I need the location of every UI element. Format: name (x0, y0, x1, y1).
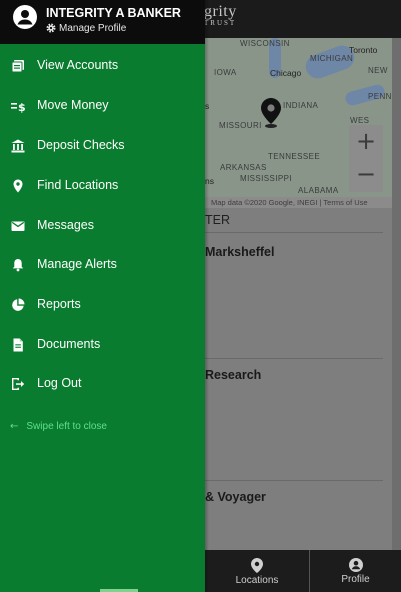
map-label: Chicago (270, 68, 302, 78)
menu-item-reports[interactable]: Reports (0, 285, 205, 325)
menu-item-view-accounts[interactable]: View Accounts (0, 46, 205, 86)
zoom-in-button[interactable]: + (349, 125, 383, 159)
gear-icon (46, 23, 56, 33)
menu-label: View Accounts (37, 58, 119, 72)
map-label: PENN (368, 92, 392, 101)
drawer-header[interactable]: INTEGRITY A BANKER Manage Profile (0, 0, 205, 44)
menu-label: Manage Alerts (37, 257, 117, 271)
profile-icon (348, 558, 363, 572)
svg-text:$: $ (18, 101, 25, 113)
map-label: WISCONSIN (240, 39, 290, 48)
accounts-icon (11, 60, 24, 73)
menu-item-log-out[interactable]: Log Out (0, 364, 205, 404)
menu-label: Messages (37, 218, 94, 232)
transfer-money-icon: $ (11, 101, 25, 113)
map-pin-icon[interactable] (261, 98, 281, 128)
swipe-hint[interactable]: ← Swipe left to close (10, 421, 107, 432)
map-label: MICHIGAN (310, 54, 354, 63)
document-icon (13, 338, 23, 352)
list-item[interactable]: Marksheffel (205, 245, 274, 259)
location-pin-icon (251, 558, 263, 573)
map-label: Toronto (349, 45, 378, 55)
menu-item-messages[interactable]: Messages (0, 206, 205, 246)
menu-label: Log Out (37, 376, 82, 390)
menu-item-manage-alerts[interactable]: Manage Alerts (0, 245, 205, 285)
map-label: NEW (368, 66, 388, 75)
map-label: ALABAMA (298, 186, 339, 195)
tab-profile[interactable]: Profile (310, 550, 401, 592)
tab-label: Locations (235, 575, 279, 586)
tab-label: Profile (341, 574, 370, 585)
menu-label: Find Locations (37, 178, 119, 192)
divider (205, 480, 383, 481)
tab-locations[interactable]: Locations (205, 550, 309, 592)
menu-item-move-money[interactable]: $ Move Money (0, 86, 205, 126)
map-label: INDIANA (283, 101, 319, 110)
menu-label: Deposit Checks (37, 138, 125, 152)
list-item[interactable]: & Voyager (205, 490, 266, 504)
scroll-gutter (392, 38, 401, 550)
map-label: WES (350, 116, 370, 125)
user-name: INTEGRITY A BANKER (46, 6, 181, 20)
map-label: IOWA (214, 68, 237, 77)
bell-icon (12, 259, 24, 272)
bank-icon (11, 139, 25, 153)
menu-item-find-locations[interactable]: Find Locations (0, 166, 205, 206)
menu-item-deposit-checks[interactable]: Deposit Checks (0, 126, 205, 166)
avatar-icon (13, 5, 37, 29)
zoom-out-button[interactable]: − (349, 158, 383, 192)
menu-label: Documents (37, 337, 101, 351)
pie-chart-icon (12, 298, 25, 311)
logout-icon (12, 378, 25, 390)
divider (205, 358, 383, 359)
map-label: ARKANSAS (220, 163, 267, 172)
manage-profile-link[interactable]: Manage Profile (46, 23, 126, 34)
menu-label: Move Money (37, 98, 109, 112)
divider (205, 232, 383, 233)
arrow-left-icon: ← (10, 421, 19, 432)
terms-link[interactable]: Terms of Use (323, 198, 367, 207)
map-label: TENNESSEE (268, 152, 321, 161)
map-label: MISSISSIPPI (240, 174, 292, 183)
menu-label: Reports (37, 297, 81, 311)
navigation-drawer: INTEGRITY A BANKER Manage Profile View A… (0, 0, 205, 592)
list-item[interactable]: Research (205, 368, 261, 382)
menu-item-documents[interactable]: Documents (0, 325, 205, 365)
location-pin-icon (13, 179, 23, 193)
drawer-shadow (205, 0, 209, 592)
map-label: MISSOURI (219, 121, 262, 130)
map-attribution: Map data ©2020 Google, INEGI | Terms of … (205, 197, 392, 208)
mail-icon (11, 221, 25, 231)
